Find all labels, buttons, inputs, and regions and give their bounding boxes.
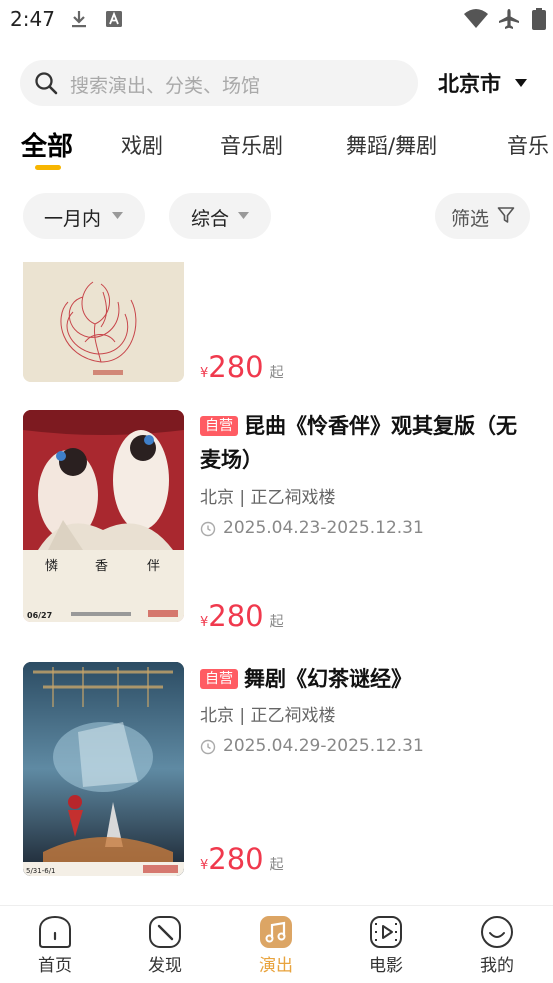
active-tab-indicator bbox=[35, 165, 61, 170]
category-tabs: 全部 戏剧 音乐剧 舞蹈/舞剧 音乐 bbox=[0, 120, 553, 180]
time-filter-dropdown[interactable]: 一月内 bbox=[23, 193, 145, 239]
price-value: 280 bbox=[208, 842, 264, 876]
nav-discover[interactable]: 发现 bbox=[110, 906, 220, 983]
caret-down-icon bbox=[515, 79, 527, 87]
bottom-nav: 首页 发现 演出 电影 我的 bbox=[0, 905, 553, 983]
show-venue: 北京 | 正乙祠戏楼 bbox=[200, 488, 336, 508]
poster-date: 06/27 bbox=[27, 611, 52, 620]
nav-profile[interactable]: 我的 bbox=[442, 906, 552, 983]
sort-label: 综合 bbox=[191, 208, 230, 230]
show-venue: 北京 | 正乙祠戏楼 bbox=[200, 706, 336, 726]
search-input[interactable]: 搜索演出、分类、场馆 bbox=[20, 60, 418, 106]
show-poster: 5/31-6/1 bbox=[23, 662, 184, 876]
poster-char: 憐 bbox=[45, 559, 58, 574]
show-poster bbox=[23, 262, 184, 382]
text-a-icon bbox=[106, 11, 122, 27]
price-value: 280 bbox=[208, 350, 264, 384]
tab-music[interactable]: 音乐 bbox=[507, 130, 549, 160]
search-placeholder: 搜索演出、分类、场馆 bbox=[70, 75, 261, 97]
filter-button[interactable]: 筛选 bbox=[435, 193, 530, 239]
battery-icon bbox=[532, 8, 546, 30]
clock-icon bbox=[200, 739, 216, 755]
price-value: 280 bbox=[208, 599, 264, 633]
caret-down-icon bbox=[238, 212, 249, 219]
show-list: ¥280 起 憐 香 伴 06/27 自营 昆曲《怜香伴》观其复版（无麦场） 北… bbox=[0, 262, 553, 904]
show-title: 自营 昆曲《怜香伴》观其复版（无麦场） bbox=[200, 414, 517, 472]
home-icon bbox=[39, 915, 71, 948]
show-title: 自营 舞剧《幻茶谜经》 bbox=[200, 662, 535, 696]
poster-char: 香 bbox=[95, 559, 108, 574]
show-price: ¥280 起 bbox=[200, 599, 284, 633]
time-filter-label: 一月内 bbox=[44, 208, 102, 230]
tab-drama[interactable]: 戏剧 bbox=[121, 130, 163, 160]
nav-shows[interactable]: 演出 bbox=[221, 906, 331, 983]
compass-icon bbox=[149, 916, 181, 948]
airplane-icon bbox=[499, 9, 519, 29]
show-price: ¥280 起 bbox=[200, 842, 284, 876]
smile-icon bbox=[481, 916, 513, 948]
status-bar: 2:47 bbox=[0, 0, 553, 40]
caret-down-icon bbox=[112, 212, 123, 219]
funnel-icon bbox=[497, 207, 515, 223]
tab-all[interactable]: 全部 bbox=[21, 126, 73, 163]
show-price: ¥280 起 bbox=[200, 350, 284, 384]
poster-char: 伴 bbox=[147, 559, 160, 574]
sort-dropdown[interactable]: 综合 bbox=[169, 193, 271, 239]
tab-dance[interactable]: 舞蹈/舞剧 bbox=[346, 130, 437, 160]
music-note-icon bbox=[260, 916, 292, 948]
poster-date: 5/31-6/1 bbox=[26, 867, 56, 875]
download-icon bbox=[72, 11, 86, 28]
filter-label: 筛选 bbox=[451, 208, 490, 230]
nav-movies[interactable]: 电影 bbox=[331, 906, 441, 983]
show-poster: 憐 香 伴 06/27 bbox=[23, 410, 184, 622]
clock-icon bbox=[200, 521, 216, 537]
show-card[interactable]: 5/31-6/1 自营 舞剧《幻茶谜经》 北京 | 正乙祠戏楼 2025.04.2… bbox=[0, 662, 553, 884]
tab-musical[interactable]: 音乐剧 bbox=[220, 130, 283, 160]
status-time: 2:47 bbox=[10, 7, 55, 31]
city-label: 北京市 bbox=[438, 72, 501, 96]
self-operated-badge: 自营 bbox=[200, 416, 238, 436]
self-operated-badge: 自营 bbox=[200, 669, 238, 689]
show-card[interactable]: ¥280 起 bbox=[0, 262, 553, 387]
search-icon bbox=[35, 72, 58, 95]
nav-home[interactable]: 首页 bbox=[0, 906, 110, 983]
film-icon bbox=[370, 916, 402, 948]
show-card[interactable]: 憐 香 伴 06/27 自营 昆曲《怜香伴》观其复版（无麦场） 北京 | 正乙祠戏… bbox=[0, 409, 553, 633]
wifi-icon bbox=[464, 9, 488, 28]
